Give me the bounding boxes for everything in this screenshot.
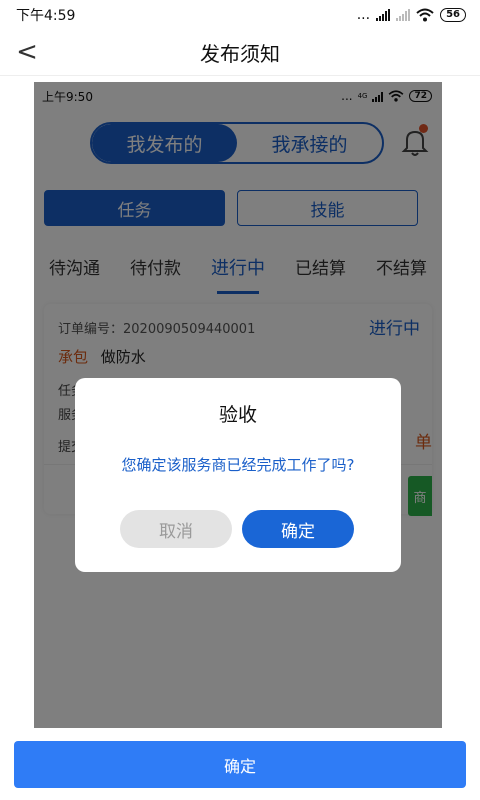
dialog-title: 验收 bbox=[218, 404, 257, 426]
status-bar: 下午4:59 ... 56 bbox=[0, 0, 480, 30]
notice-screenshot: 上午9:50 ... 4G 72 我发布的 我承接的 任务 技能 待沟通 待付款… bbox=[34, 82, 442, 728]
dialog-confirm-button[interactable]: 确定 bbox=[242, 510, 354, 548]
status-time: 下午4:59 bbox=[16, 8, 76, 24]
signal-icon bbox=[376, 9, 391, 21]
back-button[interactable]: < bbox=[12, 34, 42, 70]
status-icons: ... 56 bbox=[357, 7, 466, 23]
battery-icon: 56 bbox=[440, 8, 466, 22]
nav-bar: < 发布须知 bbox=[0, 30, 480, 76]
dialog-message: 您确定该服务商已经完成工作了吗? bbox=[121, 456, 355, 474]
acceptance-dialog: 验收 您确定该服务商已经完成工作了吗? 取消 确定 bbox=[75, 378, 401, 572]
dialog-cancel-button[interactable]: 取消 bbox=[120, 510, 232, 548]
signal-icon-secondary bbox=[396, 9, 411, 21]
page-title: 发布须知 bbox=[200, 42, 280, 66]
wifi-icon bbox=[416, 8, 434, 22]
confirm-button[interactable]: 确定 bbox=[14, 741, 466, 788]
more-dots: ... bbox=[356, 7, 371, 23]
